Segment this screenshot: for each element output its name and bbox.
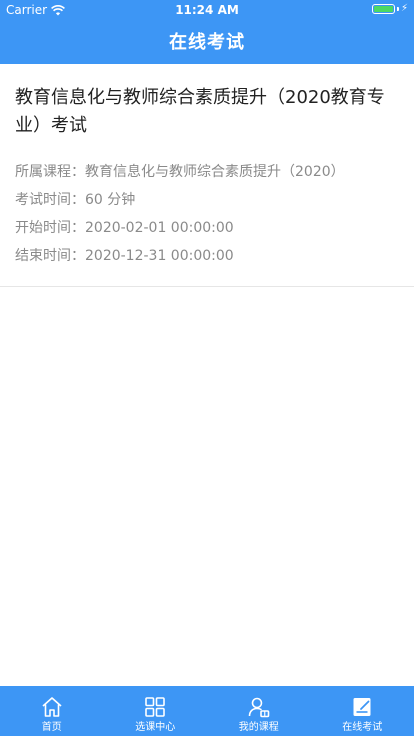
bottom-tab-bar: 首页 选课中心 我的课程 在线考试 xyxy=(0,686,414,736)
tab-home[interactable]: 首页 xyxy=(0,686,104,736)
tab-online-exam[interactable]: 在线考试 xyxy=(311,686,414,736)
home-icon xyxy=(40,695,64,719)
battery-level xyxy=(373,6,393,12)
tab-label: 我的课程 xyxy=(238,722,279,733)
battery-tip xyxy=(396,7,399,11)
battery-indicator: ⚡ xyxy=(371,3,408,14)
status-time: 11:24 AM xyxy=(175,3,239,17)
exam-title: 教育信息化与教师综合素质提升（2020教育专业）考试 xyxy=(15,87,385,136)
app-screen: Carrier 11:24 AM ⚡ 在线考试 教育信息化与教师综合素质提升（2… xyxy=(0,0,414,736)
tab-course-center[interactable]: 选课中心 xyxy=(104,686,208,736)
status-bar: Carrier 11:24 AM ⚡ xyxy=(0,0,414,20)
tab-label: 首页 xyxy=(41,722,62,733)
exam-start-time: 开始时间：2020-02-01 00:00:00 xyxy=(15,220,234,236)
tab-label: 在线考试 xyxy=(342,722,383,733)
exam-card[interactable]: 教育信息化与教师综合素质提升（2020教育专业）考试 所属课程：教育信息化与教师… xyxy=(0,64,414,287)
charging-icon: ⚡ xyxy=(400,3,408,14)
top-bar: Carrier 11:24 AM ⚡ 在线考试 xyxy=(0,0,414,64)
user-icon xyxy=(247,695,271,719)
exam-end-time: 结束时间：2020-12-31 00:00:00 xyxy=(15,248,234,264)
grid-icon xyxy=(143,695,167,719)
battery-icon xyxy=(371,4,395,14)
exam-duration: 考试时间：60 分钟 xyxy=(15,192,136,208)
exam-course: 所属课程：教育信息化与教师综合素质提升（2020） xyxy=(15,164,345,180)
tab-my-courses[interactable]: 我的课程 xyxy=(207,686,311,736)
exam-icon xyxy=(350,695,374,719)
tab-label: 选课中心 xyxy=(135,722,176,733)
page-title: 在线考试 xyxy=(169,32,245,53)
